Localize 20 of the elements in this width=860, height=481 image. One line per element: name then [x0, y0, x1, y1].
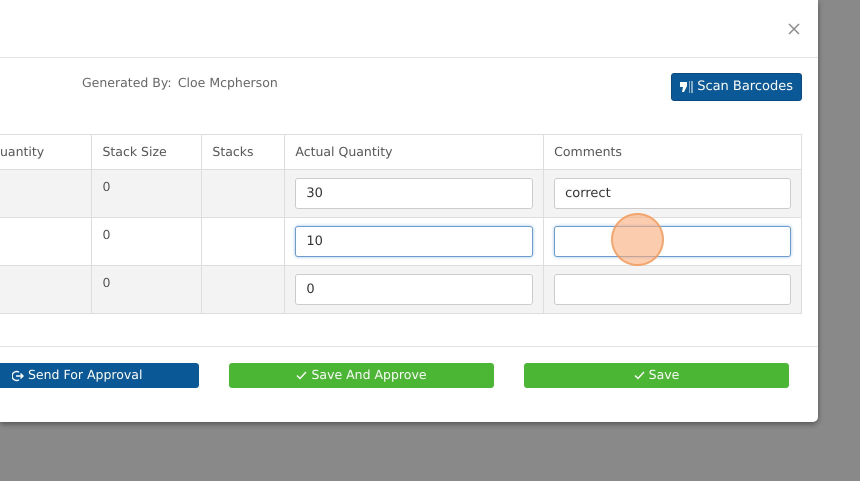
scan-barcodes-button[interactable]: Scan Barcodes	[671, 73, 802, 100]
action-button[interactable]: Send For Approval	[0, 363, 199, 388]
click-indicator	[611, 213, 664, 266]
barcode-scanner-icon	[680, 80, 694, 93]
comment-field[interactable]: correct	[554, 178, 791, 210]
sign-out-icon	[12, 370, 24, 382]
table-cell: 0	[92, 170, 202, 218]
quantity-field[interactable]: 10	[295, 226, 534, 258]
table-cell: 0	[92, 266, 202, 314]
comment-field[interactable]	[554, 274, 791, 306]
quantity-field[interactable]: 30	[295, 178, 534, 210]
generated-by-name: Cloe Mcpherson	[178, 74, 278, 92]
check-icon	[296, 371, 308, 380]
quantity-field[interactable]: 0	[295, 274, 534, 306]
comment-field[interactable]	[554, 226, 791, 258]
generated-by-label: Generated By:	[82, 74, 172, 92]
close-icon[interactable]	[788, 22, 800, 34]
column-header: Actual Quantity	[284, 134, 544, 170]
column-header: Comments	[544, 134, 802, 170]
check-icon	[634, 371, 645, 380]
